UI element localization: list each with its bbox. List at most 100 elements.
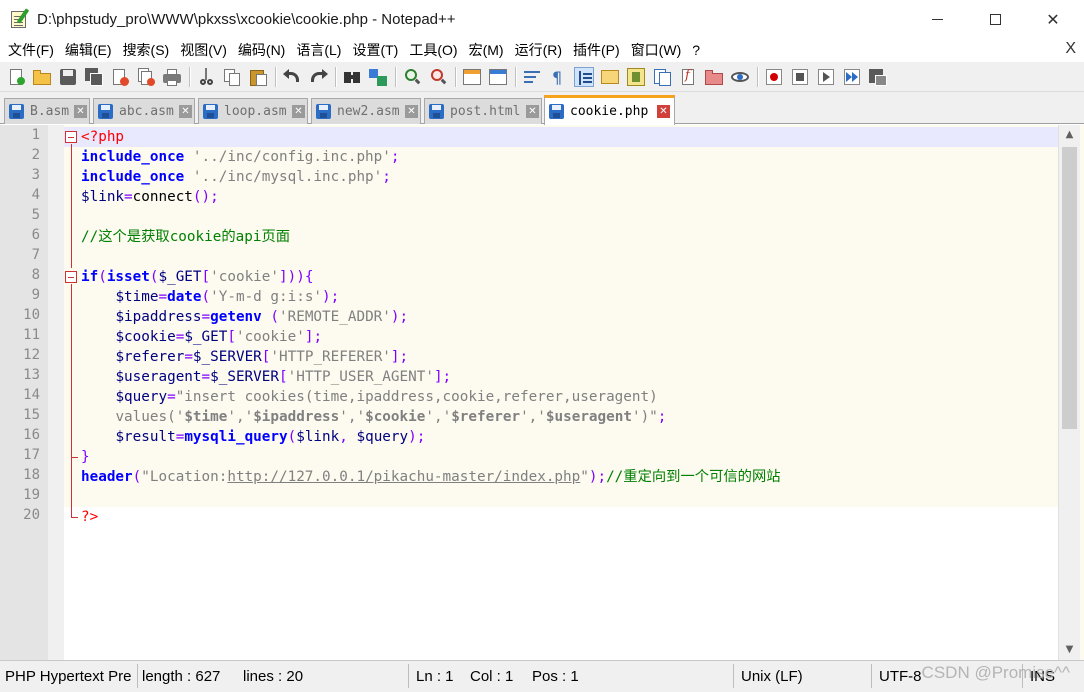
cut-icon[interactable]: [196, 67, 216, 87]
vertical-scrollbar[interactable]: ▲ ▼: [1058, 125, 1080, 660]
menu-language[interactable]: 语言(L): [292, 40, 345, 60]
playback-macro-icon[interactable]: [816, 67, 836, 87]
tab-close-icon[interactable]: ✕: [292, 105, 305, 118]
menu-tools[interactable]: 工具(O): [405, 40, 461, 60]
copy-icon[interactable]: [222, 67, 242, 87]
replace-icon[interactable]: [368, 67, 388, 87]
saved-file-icon: [429, 104, 444, 119]
variable: $_GET: [184, 329, 228, 345]
fold-toggle-php-block[interactable]: [65, 131, 77, 143]
print-icon[interactable]: [162, 67, 182, 87]
document-map-icon[interactable]: [626, 67, 646, 87]
redo-icon[interactable]: [308, 67, 328, 87]
stop-recording-icon[interactable]: [790, 67, 810, 87]
scrollbar-thumb[interactable]: [1062, 147, 1077, 429]
folder-workspace-icon[interactable]: [704, 67, 724, 87]
tab-new2-asm[interactable]: new2.asm ✕: [311, 98, 421, 124]
string-literal: ',': [425, 409, 452, 425]
variable: $time: [115, 289, 159, 305]
function-call: connect: [132, 189, 193, 205]
zoom-out-icon[interactable]: [428, 67, 448, 87]
document-list-icon[interactable]: [652, 67, 672, 87]
sync-horizontal-icon[interactable]: [488, 67, 508, 87]
code-editor[interactable]: 1 2 3 4 5 6 7 8 9 10 11 12 13 14 15 16 1…: [0, 125, 1084, 660]
tab-loop-asm[interactable]: loop.asm ✕: [198, 98, 308, 124]
close-icon: ✕: [1046, 9, 1060, 29]
tab-close-icon[interactable]: ✕: [526, 105, 539, 118]
line-number: 1: [31, 127, 40, 143]
string-literal: 'cookie': [210, 269, 280, 285]
run-macro-multiple-icon[interactable]: [842, 67, 862, 87]
editor-empty-area[interactable]: [64, 507, 1058, 660]
code-line-8: if(isset($_GET['cookie'])){: [81, 269, 314, 285]
close-window-button[interactable]: ✕: [1024, 0, 1082, 38]
zoom-in-icon[interactable]: [402, 67, 422, 87]
string-literal: ',': [227, 409, 254, 425]
close-file-icon[interactable]: [110, 67, 130, 87]
minimize-button[interactable]: [908, 0, 966, 38]
save-icon[interactable]: [58, 67, 78, 87]
close-all-icon[interactable]: [136, 67, 156, 87]
menu-edit[interactable]: 编辑(E): [61, 40, 116, 60]
tab-close-icon[interactable]: ✕: [74, 105, 87, 118]
open-file-icon[interactable]: [32, 67, 52, 87]
tab-label: abc.asm: [119, 104, 174, 119]
record-macro-icon[interactable]: [764, 67, 784, 87]
interpolated-variable: $ipaddress: [253, 409, 340, 425]
saved-file-icon: [316, 104, 331, 119]
function-call: getenv: [210, 309, 262, 325]
tab-label: cookie.php: [570, 104, 649, 119]
tab-cookie-php[interactable]: cookie.php ✕: [544, 95, 675, 125]
menu-encoding[interactable]: 编码(N): [234, 40, 289, 60]
line-number-margin: 1 2 3 4 5 6 7 8 9 10 11 12 13 14 15 16 1…: [0, 125, 48, 660]
status-encoding[interactable]: UTF-8: [879, 668, 922, 685]
scroll-up-arrow-icon[interactable]: ▲: [1059, 125, 1080, 145]
menu-macro[interactable]: 宏(M): [465, 40, 508, 60]
menu-file[interactable]: 文件(F): [4, 40, 58, 60]
undo-icon[interactable]: [282, 67, 302, 87]
menu-plugins[interactable]: 插件(P): [569, 40, 624, 60]
find-icon[interactable]: [342, 67, 362, 87]
tab-close-icon[interactable]: ✕: [179, 105, 192, 118]
string-literal: ": [580, 469, 589, 485]
tab-b-asm[interactable]: B.asm ✕: [4, 98, 90, 124]
show-all-characters-icon[interactable]: ¶: [548, 67, 568, 87]
menu-view[interactable]: 视图(V): [176, 40, 231, 60]
menu-window[interactable]: 窗口(W): [627, 40, 686, 60]
save-all-icon[interactable]: [84, 67, 104, 87]
string-literal: "Location:: [141, 469, 228, 485]
watermark: CSDN @Promise^^: [921, 663, 1070, 682]
maximize-button[interactable]: [966, 0, 1024, 38]
paste-icon[interactable]: [248, 67, 268, 87]
code-line-4: $link=connect();: [81, 189, 219, 205]
sync-vertical-icon[interactable]: [462, 67, 482, 87]
saved-file-icon: [549, 104, 564, 119]
line-number: 5: [31, 207, 40, 223]
close-document-button[interactable]: X: [1065, 40, 1076, 58]
tab-abc-asm[interactable]: abc.asm ✕: [93, 98, 195, 124]
fold-margin[interactable]: [48, 125, 64, 660]
menu-settings[interactable]: 设置(T): [348, 40, 402, 60]
url-link[interactable]: http://127.0.0.1/pikachu-master/index.ph…: [227, 469, 580, 485]
menu-search[interactable]: 搜索(S): [119, 40, 174, 60]
indent-guide-icon[interactable]: [574, 66, 594, 87]
save-macro-icon[interactable]: [868, 67, 888, 87]
tab-close-icon[interactable]: ✕: [657, 105, 670, 118]
word-wrap-icon[interactable]: [522, 67, 542, 87]
scroll-down-arrow-icon[interactable]: ▼: [1059, 640, 1080, 660]
new-file-icon[interactable]: [6, 67, 26, 87]
tab-post-html[interactable]: post.html ✕: [424, 98, 542, 124]
string-literal: 'HTTP_REFERER': [270, 349, 391, 365]
function-list-icon[interactable]: f: [678, 67, 698, 87]
status-language[interactable]: PHP Hypertext Pre: [5, 668, 131, 685]
php-open-tag: <?php: [81, 129, 125, 145]
toolbar-separator: [515, 66, 517, 87]
menu-help[interactable]: ?: [688, 42, 704, 58]
status-eol-format[interactable]: Unix (LF): [741, 668, 803, 685]
monitoring-eye-icon[interactable]: [730, 67, 750, 87]
user-language-icon[interactable]: [600, 67, 620, 87]
code-line-6: //这个是获取cookie的api页面: [81, 227, 290, 247]
menu-run[interactable]: 运行(R): [511, 40, 566, 60]
tab-close-icon[interactable]: ✕: [405, 105, 418, 118]
fold-toggle-if-block[interactable]: [65, 271, 77, 283]
